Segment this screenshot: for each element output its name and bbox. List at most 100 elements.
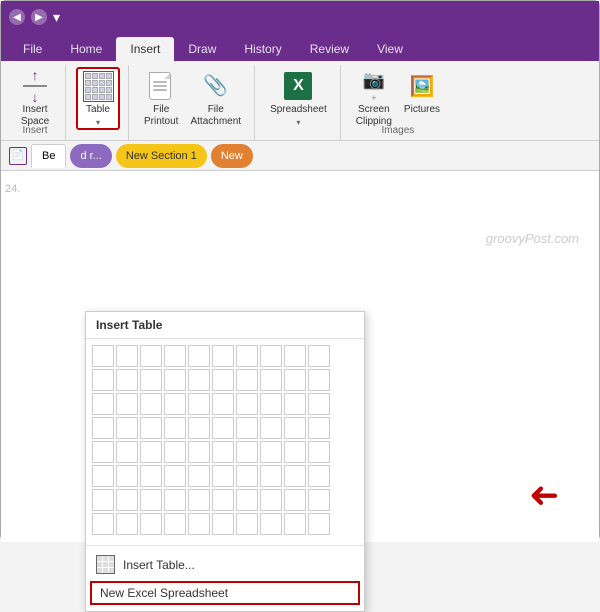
grid-cell[interactable] — [188, 345, 210, 367]
spreadsheet-button[interactable]: X Spreadsheet ▾ — [265, 67, 332, 130]
screen-clipping-button[interactable]: 📷 + ScreenClipping — [351, 67, 397, 131]
grid-cell[interactable] — [260, 393, 282, 415]
grid-cell[interactable] — [212, 489, 234, 511]
grid-cell[interactable] — [308, 465, 330, 487]
grid-cell[interactable] — [188, 393, 210, 415]
grid-cell[interactable] — [92, 345, 114, 367]
page-tab-new[interactable]: New — [211, 144, 253, 168]
grid-cell[interactable] — [284, 489, 306, 511]
pictures-button[interactable]: 🖼️ Pictures — [399, 67, 445, 119]
grid-cell[interactable] — [164, 345, 186, 367]
insert-table-item[interactable]: Insert Table... — [86, 550, 364, 579]
grid-cell[interactable] — [92, 441, 114, 463]
file-attachment-button[interactable]: 📎 FileAttachment — [185, 67, 246, 131]
grid-cell[interactable] — [92, 417, 114, 439]
grid-cell[interactable] — [284, 513, 306, 535]
grid-cell[interactable] — [140, 345, 162, 367]
grid-cell[interactable] — [164, 417, 186, 439]
grid-cell[interactable] — [164, 393, 186, 415]
grid-cell[interactable] — [260, 465, 282, 487]
grid-cell[interactable] — [236, 513, 258, 535]
grid-cell[interactable] — [140, 465, 162, 487]
grid-cell[interactable] — [236, 441, 258, 463]
tab-insert[interactable]: Insert — [116, 37, 174, 61]
file-printout-button[interactable]: FilePrintout — [139, 67, 183, 131]
tab-review[interactable]: Review — [296, 37, 363, 61]
tab-draw[interactable]: Draw — [174, 37, 230, 61]
grid-cell[interactable] — [140, 369, 162, 391]
grid-cell[interactable] — [188, 441, 210, 463]
grid-cell[interactable] — [92, 393, 114, 415]
insert-space-button[interactable]: ↑ ↓ InsertSpace — [13, 67, 57, 131]
grid-cell[interactable] — [260, 417, 282, 439]
grid-cell[interactable] — [308, 417, 330, 439]
grid-cell[interactable] — [236, 345, 258, 367]
page-tab-active[interactable]: Be — [31, 144, 66, 168]
grid-cell[interactable] — [260, 345, 282, 367]
grid-cell[interactable] — [260, 441, 282, 463]
grid-cell[interactable] — [164, 441, 186, 463]
grid-cell[interactable] — [92, 489, 114, 511]
grid-cell[interactable] — [284, 369, 306, 391]
grid-cell[interactable] — [308, 441, 330, 463]
page-tab-new-section[interactable]: New Section 1 — [116, 144, 207, 168]
grid-cell[interactable] — [92, 369, 114, 391]
tab-file[interactable]: File — [9, 37, 56, 61]
grid-cell[interactable] — [164, 465, 186, 487]
tab-view[interactable]: View — [363, 37, 417, 61]
grid-cell[interactable] — [284, 393, 306, 415]
grid-cell[interactable] — [188, 369, 210, 391]
grid-cell[interactable] — [140, 417, 162, 439]
grid-cell[interactable] — [308, 393, 330, 415]
grid-cell[interactable] — [212, 369, 234, 391]
grid-cell[interactable] — [140, 513, 162, 535]
grid-cell[interactable] — [116, 513, 138, 535]
new-excel-spreadsheet-item[interactable]: New Excel Spreadsheet — [90, 581, 360, 605]
grid-cell[interactable] — [116, 465, 138, 487]
grid-cell[interactable] — [212, 345, 234, 367]
grid-cell[interactable] — [308, 369, 330, 391]
grid-cell[interactable] — [164, 489, 186, 511]
grid-cell[interactable] — [236, 465, 258, 487]
insert-table-grid[interactable] — [86, 339, 364, 541]
grid-cell[interactable] — [140, 489, 162, 511]
grid-cell[interactable] — [212, 465, 234, 487]
grid-cell[interactable] — [116, 369, 138, 391]
grid-cell[interactable] — [284, 441, 306, 463]
grid-cell[interactable] — [116, 417, 138, 439]
grid-cell[interactable] — [116, 441, 138, 463]
grid-cell[interactable] — [212, 417, 234, 439]
grid-cell[interactable] — [308, 513, 330, 535]
grid-cell[interactable] — [140, 393, 162, 415]
grid-cell[interactable] — [116, 345, 138, 367]
quick-access-dropdown[interactable]: ▾ — [53, 9, 60, 26]
tab-history[interactable]: History — [230, 37, 295, 61]
grid-cell[interactable] — [92, 465, 114, 487]
grid-cell[interactable] — [260, 369, 282, 391]
grid-cell[interactable] — [308, 489, 330, 511]
grid-cell[interactable] — [116, 393, 138, 415]
grid-cell[interactable] — [284, 345, 306, 367]
grid-cell[interactable] — [188, 513, 210, 535]
grid-cell[interactable] — [164, 369, 186, 391]
grid-cell[interactable] — [188, 465, 210, 487]
grid-cell[interactable] — [284, 417, 306, 439]
grid-cell[interactable] — [260, 489, 282, 511]
grid-cell[interactable] — [284, 465, 306, 487]
grid-cell[interactable] — [92, 513, 114, 535]
back-button[interactable]: ◀ — [9, 9, 25, 25]
table-button[interactable]: Table ▾ — [76, 67, 120, 130]
grid-cell[interactable] — [236, 369, 258, 391]
grid-cell[interactable] — [140, 441, 162, 463]
grid-cell[interactable] — [260, 513, 282, 535]
forward-button[interactable]: ▶ — [31, 9, 47, 25]
grid-cell[interactable] — [308, 345, 330, 367]
grid-cell[interactable] — [236, 393, 258, 415]
page-tab-purple[interactable]: d r... — [70, 144, 111, 168]
grid-cell[interactable] — [116, 489, 138, 511]
grid-cell[interactable] — [212, 513, 234, 535]
tab-home[interactable]: Home — [56, 37, 116, 61]
grid-cell[interactable] — [236, 417, 258, 439]
grid-cell[interactable] — [188, 417, 210, 439]
grid-cell[interactable] — [164, 513, 186, 535]
